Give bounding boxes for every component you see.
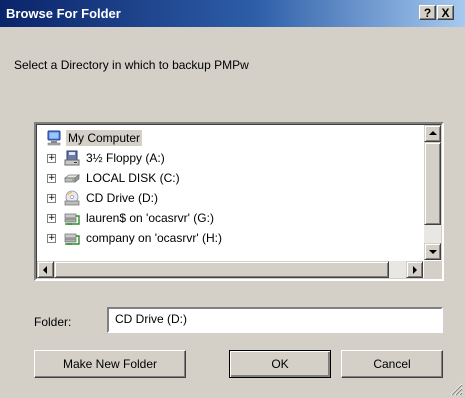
tree-item-label: company on 'ocasrvr' (H:) — [86, 231, 222, 245]
scroll-down-button[interactable] — [424, 243, 441, 260]
scroll-right-button[interactable] — [406, 261, 423, 278]
window-title: Browse For Folder — [6, 6, 121, 21]
tree-item-label: My Computer — [66, 130, 143, 146]
hard-disk-icon — [64, 174, 80, 183]
resize-grip-icon[interactable] — [450, 383, 463, 396]
vertical-scroll-thumb[interactable] — [424, 142, 441, 225]
scroll-left-button[interactable] — [37, 261, 54, 278]
horizontal-scroll-thumb[interactable] — [54, 261, 389, 278]
close-button[interactable]: X — [437, 5, 454, 20]
horizontal-scrollbar[interactable] — [37, 261, 423, 278]
expand-icon[interactable]: + — [47, 173, 56, 183]
dialog-prompt: Select a Directory in which to backup PM… — [14, 58, 249, 72]
tree-item-label: LOCAL DISK (C:) — [86, 171, 180, 185]
cancel-button[interactable]: Cancel — [341, 350, 443, 378]
scroll-up-button[interactable] — [424, 125, 441, 142]
floppy-drive-icon — [64, 150, 80, 166]
arrow-left-icon — [43, 266, 47, 274]
scrollbar-corner — [424, 261, 441, 278]
make-new-folder-button[interactable]: Make New Folder — [34, 350, 186, 378]
expand-icon[interactable]: + — [47, 213, 56, 223]
title-bar[interactable]: Browse For Folder ? X — [0, 0, 465, 27]
tree-item-label: lauren$ on 'ocasrvr' (G:) — [86, 211, 214, 225]
folder-label: Folder: — [34, 315, 72, 329]
tree-item-network-h[interactable]: + company on 'ocasrvr' (H:) — [47, 228, 224, 248]
tree-item-my-computer[interactable]: My Computer — [46, 128, 143, 148]
folder-tree[interactable]: My Computer + 3½ Floppy (A:) + LOCAL DIS… — [34, 122, 444, 281]
cd-drive-icon — [64, 190, 80, 206]
expand-icon[interactable]: + — [47, 193, 56, 203]
expand-icon[interactable]: + — [47, 233, 56, 243]
expand-icon[interactable]: + — [47, 153, 56, 163]
arrow-down-icon — [429, 250, 437, 254]
tree-item-floppy[interactable]: + 3½ Floppy (A:) — [47, 148, 167, 168]
arrow-right-icon — [413, 266, 417, 274]
help-button[interactable]: ? — [419, 5, 436, 20]
vertical-scrollbar[interactable] — [424, 125, 441, 260]
tree-item-network-g[interactable]: + lauren$ on 'ocasrvr' (G:) — [47, 208, 216, 228]
arrow-up-icon — [429, 131, 437, 135]
tree-item-label: 3½ Floppy (A:) — [86, 151, 165, 165]
tree-item-cd-drive[interactable]: + CD Drive (D:) — [47, 188, 160, 208]
my-computer-icon — [47, 130, 61, 146]
network-drive-icon — [64, 213, 80, 225]
tree-item-local-disk[interactable]: + LOCAL DISK (C:) — [47, 168, 182, 188]
folder-field[interactable]: CD Drive (D:) — [107, 307, 443, 333]
network-drive-icon — [64, 233, 80, 245]
tree-item-label: CD Drive (D:) — [86, 191, 158, 205]
folder-tree-list: My Computer + 3½ Floppy (A:) + LOCAL DIS… — [37, 125, 423, 260]
ok-button[interactable]: OK — [229, 350, 331, 378]
